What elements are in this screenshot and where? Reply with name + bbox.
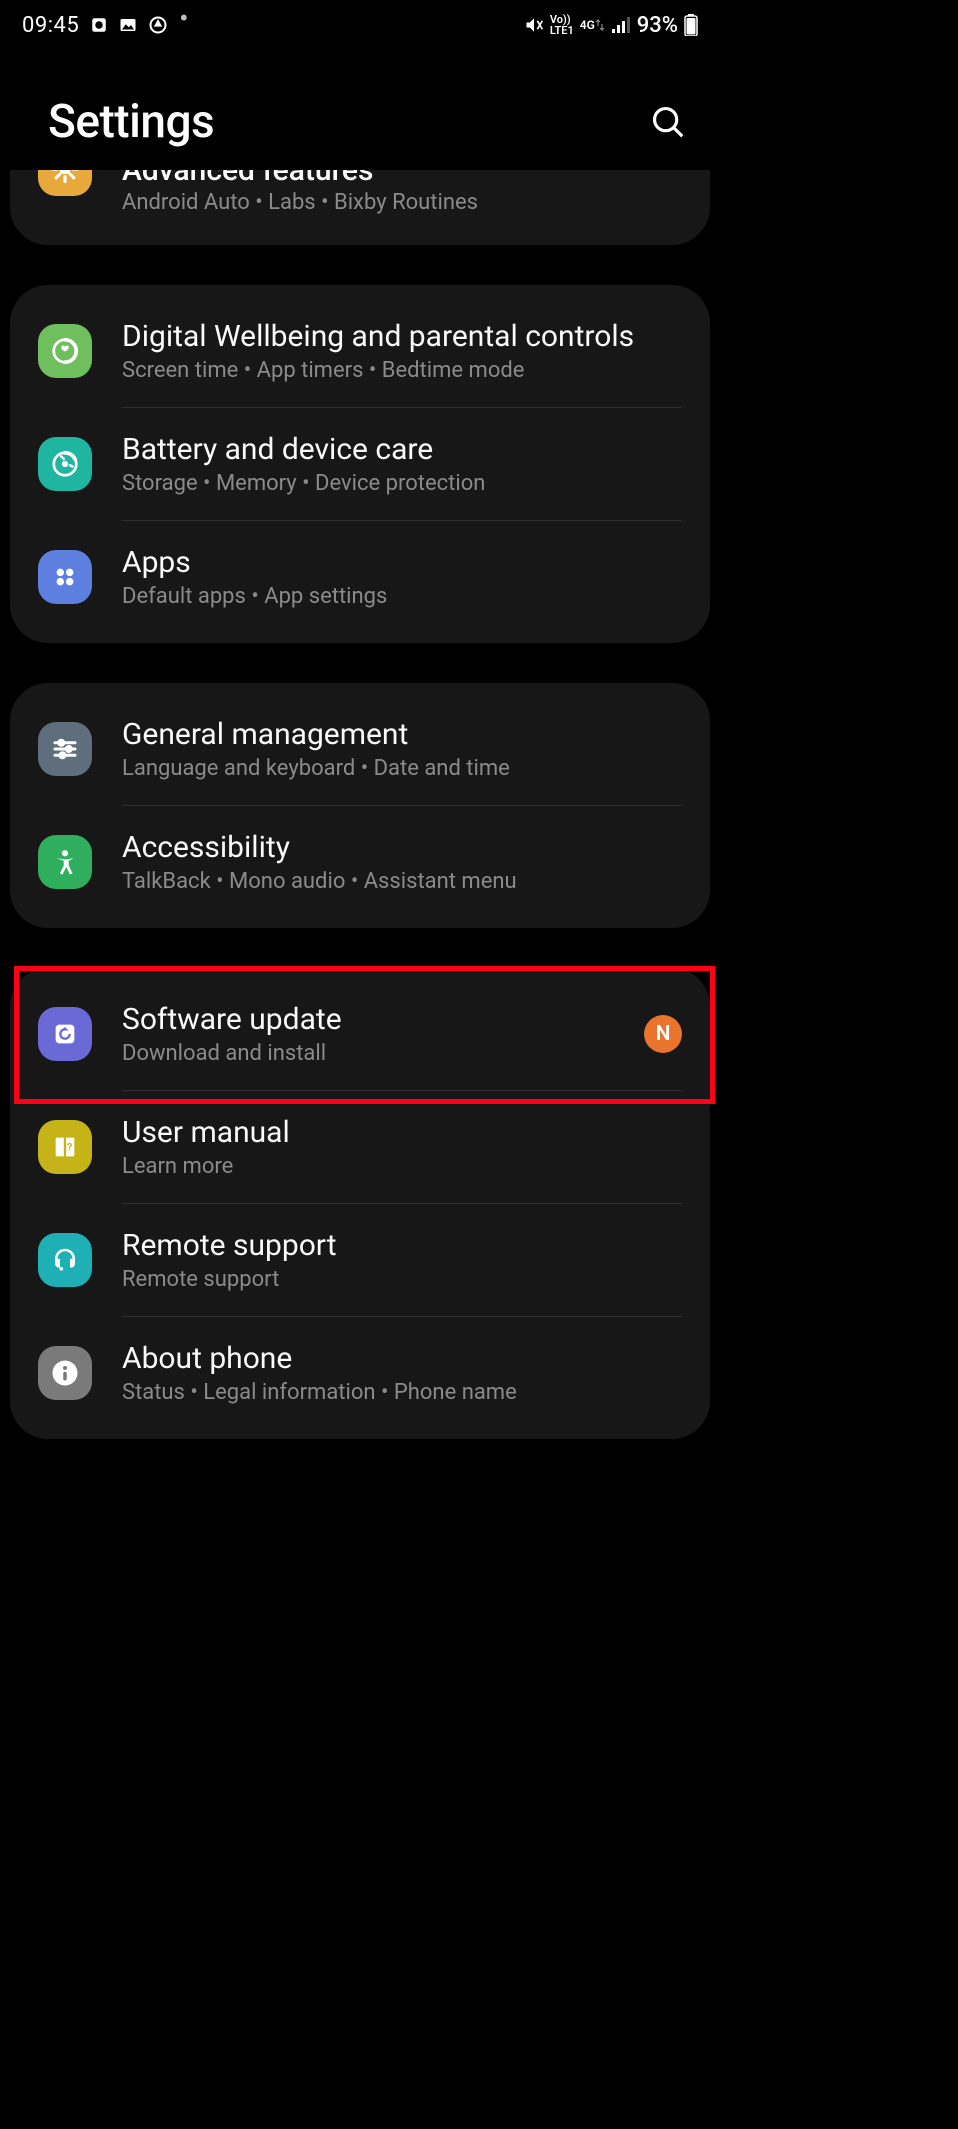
about-phone-subtitle: Status • Legal information • Phone name [122, 1380, 682, 1405]
battery-care-icon [38, 437, 92, 491]
volte-icon: Vo)) LTE1 [550, 14, 574, 36]
settings-item-accessibility[interactable]: Accessibility TalkBack • Mono audio • As… [10, 806, 710, 918]
settings-group-2: General management Language and keyboard… [10, 683, 710, 928]
remote-support-icon [38, 1233, 92, 1287]
settings-item-remote-support[interactable]: Remote support Remote support [10, 1204, 710, 1316]
accessibility-subtitle: TalkBack • Mono audio • Assistant menu [122, 869, 682, 894]
mute-vibrate-icon [524, 15, 544, 35]
battery-icon [684, 14, 698, 36]
settings-group-1: Digital Wellbeing and parental controls … [10, 285, 710, 643]
settings-group-3: Software update Download and install N ?… [10, 968, 710, 1439]
software-update-subtitle: Download and install [122, 1041, 614, 1066]
status-right: Vo)) LTE1 4G 93% [524, 13, 698, 38]
wellbeing-title: Digital Wellbeing and parental controls [122, 319, 682, 354]
settings-item-advanced-features[interactable]: Advanced features Android Auto • Labs • … [38, 170, 682, 215]
battery-percent: 93% [637, 13, 678, 38]
advanced-features-title: Advanced features [122, 170, 373, 184]
notif-icon-3 [148, 15, 168, 35]
status-bar: 09:45 • Vo)) LTE1 4G 93% [0, 0, 720, 44]
accessibility-icon [38, 835, 92, 889]
advanced-features-subtitle: Android Auto • Labs • Bixby Routines [122, 190, 478, 215]
apps-title: Apps [122, 545, 682, 580]
search-icon [649, 103, 687, 141]
settings-page: 09:45 • Vo)) LTE1 4G 93% [0, 0, 720, 1499]
general-subtitle: Language and keyboard • Date and time [122, 756, 682, 781]
wellbeing-subtitle: Screen time • App timers • Bedtime mode [122, 358, 682, 383]
user-manual-title: User manual [122, 1115, 682, 1150]
software-update-title: Software update [122, 1002, 614, 1037]
notification-badge: N [644, 1015, 682, 1053]
settings-item-apps[interactable]: Apps Default apps • App settings [10, 521, 710, 633]
apps-subtitle: Default apps • App settings [122, 584, 682, 609]
general-management-icon [38, 722, 92, 776]
search-button[interactable] [638, 92, 698, 152]
notif-overflow-dot: • [179, 6, 188, 32]
settings-item-wellbeing[interactable]: Digital Wellbeing and parental controls … [10, 295, 710, 407]
user-manual-subtitle: Learn more [122, 1154, 682, 1179]
data-4g-icon: 4G [580, 18, 605, 32]
status-left: 09:45 • [22, 12, 188, 38]
about-phone-title: About phone [122, 1341, 682, 1376]
settings-item-battery[interactable]: Battery and device care Storage • Memory… [10, 408, 710, 520]
svg-text:?: ? [67, 1141, 72, 1154]
battery-title: Battery and device care [122, 432, 682, 467]
notif-icon-2 [119, 16, 137, 34]
accessibility-title: Accessibility [122, 830, 682, 865]
battery-subtitle: Storage • Memory • Device protection [122, 471, 682, 496]
remote-support-title: Remote support [122, 1228, 682, 1263]
apps-icon [38, 550, 92, 604]
header-row: Settings [0, 44, 720, 170]
settings-item-about-phone[interactable]: About phone Status • Legal information •… [10, 1317, 710, 1429]
user-manual-icon: ? [38, 1120, 92, 1174]
general-title: General management [122, 717, 682, 752]
wellbeing-icon [38, 324, 92, 378]
settings-item-software-update[interactable]: Software update Download and install N [10, 978, 710, 1090]
status-time: 09:45 [22, 13, 79, 38]
advanced-features-icon [38, 170, 92, 196]
signal-icon [611, 17, 631, 33]
settings-group-partial: Advanced features Android Auto • Labs • … [10, 170, 710, 245]
remote-support-subtitle: Remote support [122, 1267, 682, 1292]
settings-item-user-manual[interactable]: ? User manual Learn more [10, 1091, 710, 1203]
about-phone-icon [38, 1346, 92, 1400]
software-update-icon [38, 1007, 92, 1061]
settings-item-general[interactable]: General management Language and keyboard… [10, 693, 710, 805]
page-title: Settings [48, 95, 214, 149]
notif-icon-1 [90, 16, 108, 34]
